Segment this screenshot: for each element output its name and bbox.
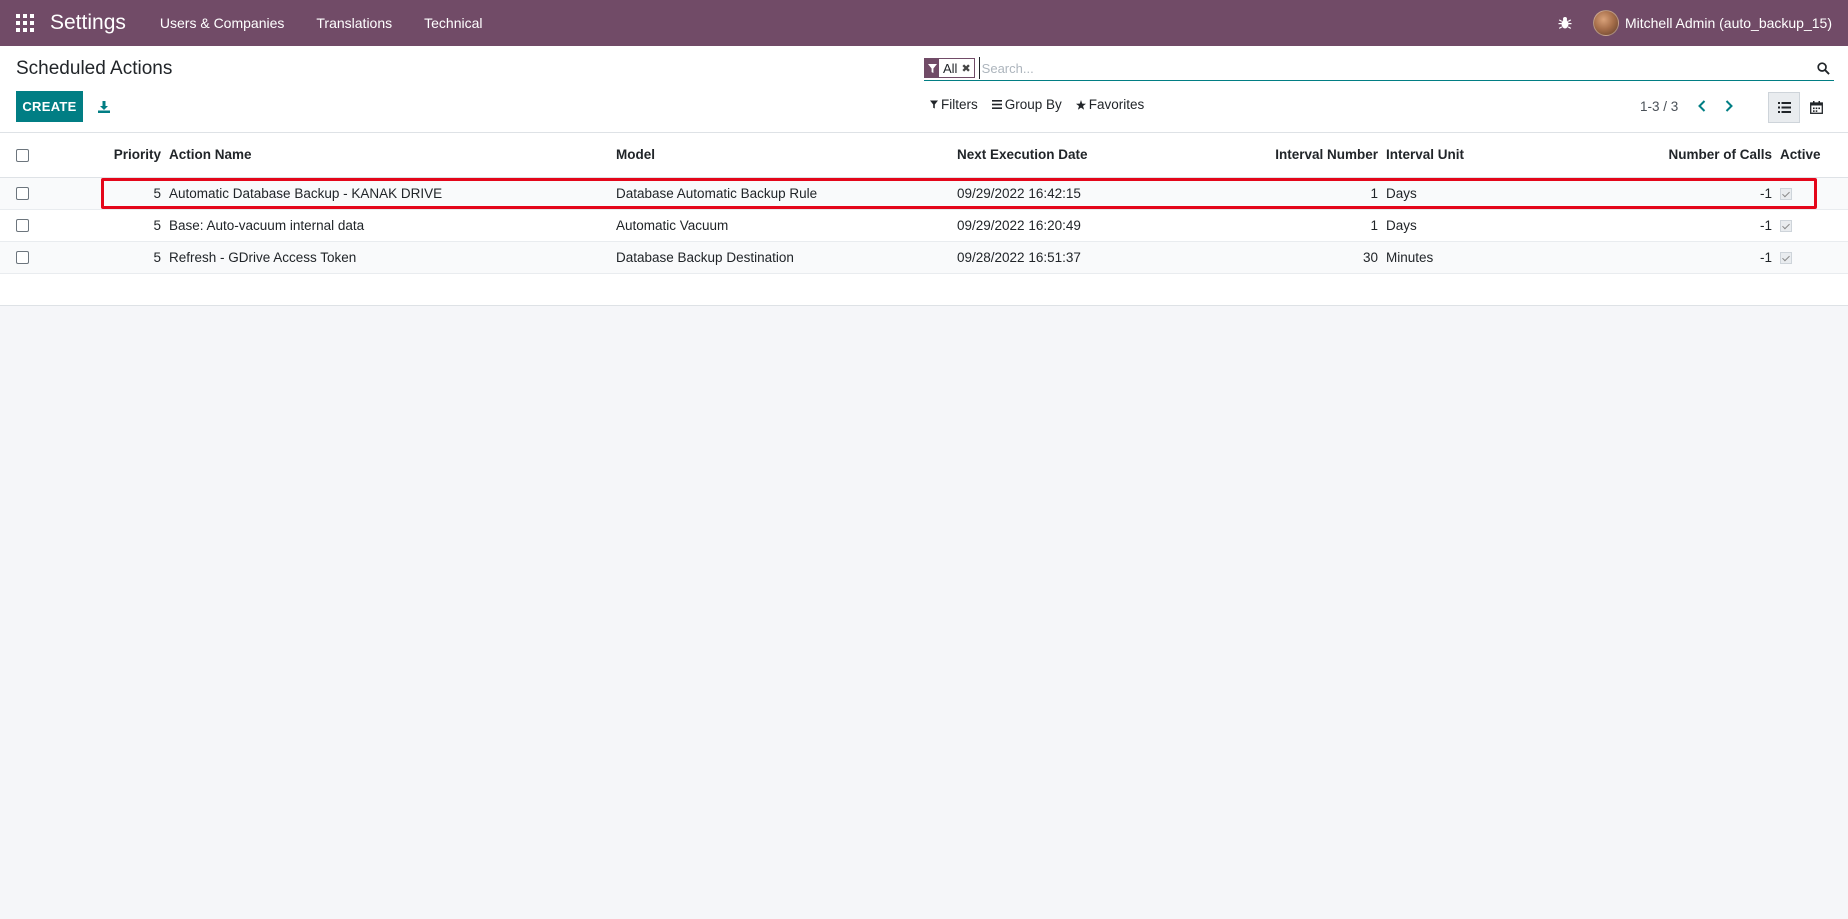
cell-interval-number: 1 <box>1198 209 1382 242</box>
search-bar: All ✖ <box>924 56 1834 81</box>
active-checkbox <box>1780 187 1792 200</box>
top-navbar: Settings Users & Companies Translations … <box>0 0 1848 46</box>
avatar <box>1592 10 1619 36</box>
list-view-icon[interactable] <box>1768 92 1800 123</box>
column-priority[interactable]: Priority <box>101 133 165 178</box>
list-view: Priority Action Name Model Next Executio… <box>0 133 1848 306</box>
row-checkbox[interactable] <box>16 251 29 265</box>
cell-priority: 5 <box>101 209 165 242</box>
user-name: Mitchell Admin (auto_backup_15) <box>1624 15 1832 31</box>
cell-action-name: Base: Auto-vacuum internal data <box>165 209 612 242</box>
row-checkbox[interactable] <box>16 187 29 201</box>
cell-number-of-calls: -1 <box>1602 209 1776 242</box>
pager-next-icon[interactable] <box>1719 96 1739 116</box>
column-next-execution-date[interactable]: Next Execution Date <box>953 133 1198 178</box>
cell-interval-unit: Minutes <box>1382 241 1602 274</box>
cell-interval-unit: Days <box>1382 177 1602 210</box>
app-brand[interactable]: Settings <box>50 11 126 35</box>
empty-filler-row <box>0 273 1848 306</box>
cell-number-of-calls: -1 <box>1602 177 1776 210</box>
view-switcher <box>1768 92 1832 123</box>
facet-value: All <box>939 59 962 77</box>
cell-model: Database Automatic Backup Rule <box>612 177 953 210</box>
search-input[interactable] <box>978 57 1812 79</box>
star-icon <box>1075 99 1086 110</box>
select-all-checkbox-cell <box>0 133 101 178</box>
group-by-button[interactable]: Group By <box>991 97 1062 112</box>
control-panel: Scheduled Actions CREATE All ✖ Filters G… <box>0 46 1848 133</box>
search-icon[interactable] <box>1812 57 1834 79</box>
favorites-button[interactable]: Favorites <box>1075 97 1145 112</box>
facet-remove-icon[interactable]: ✖ <box>961 59 974 77</box>
active-checkbox <box>1780 251 1792 264</box>
scheduled-actions-table: Priority Action Name Model Next Executio… <box>0 133 1848 306</box>
menu-users-companies[interactable]: Users & Companies <box>144 0 301 46</box>
column-model[interactable]: Model <box>612 133 953 178</box>
cell-model: Database Backup Destination <box>612 241 953 274</box>
filters-button[interactable]: Filters <box>930 97 978 112</box>
cell-action-name: Automatic Database Backup - KANAK DRIVE <box>165 177 612 210</box>
search-options: Filters Group By Favorites <box>930 97 1158 112</box>
search-facet[interactable]: All ✖ <box>924 58 975 78</box>
cell-interval-number: 1 <box>1198 177 1382 210</box>
filters-label: Filters <box>941 97 978 112</box>
column-action-name[interactable]: Action Name <box>165 133 612 178</box>
menu-translations[interactable]: Translations <box>300 0 408 46</box>
apps-menu-icon[interactable] <box>0 0 50 46</box>
table-row[interactable]: 5 Refresh - GDrive Access Token Database… <box>0 241 1848 274</box>
cell-priority: 5 <box>101 177 165 210</box>
column-active[interactable]: Active <box>1776 133 1848 178</box>
cell-next-execution-date: 09/29/2022 16:20:49 <box>953 209 1198 242</box>
create-button[interactable]: CREATE <box>16 91 83 122</box>
table-row[interactable]: 5 Automatic Database Backup - KANAK DRIV… <box>0 177 1848 210</box>
table-row[interactable]: 5 Base: Auto-vacuum internal data Automa… <box>0 209 1848 242</box>
export-download-icon[interactable] <box>90 93 118 121</box>
calendar-view-icon[interactable] <box>1800 92 1832 123</box>
column-interval-number[interactable]: Interval Number <box>1198 133 1382 178</box>
cell-interval-number: 30 <box>1198 241 1382 274</box>
filter-facet-icon <box>925 59 939 77</box>
select-all-checkbox[interactable] <box>16 149 29 163</box>
pager-previous-icon[interactable] <box>1692 96 1712 116</box>
menu-technical[interactable]: Technical <box>408 0 498 46</box>
cell-next-execution-date: 09/29/2022 16:42:15 <box>953 177 1198 210</box>
pager: 1-3 / 3 <box>1640 96 1746 116</box>
page-title: Scheduled Actions <box>16 58 173 79</box>
filter-icon <box>930 100 938 109</box>
favorites-label: Favorites <box>1088 97 1145 112</box>
cell-next-execution-date: 09/28/2022 16:51:37 <box>953 241 1198 274</box>
bars-icon <box>991 100 1002 109</box>
cell-model: Automatic Vacuum <box>612 209 953 242</box>
column-number-of-calls[interactable]: Number of Calls <box>1602 133 1776 178</box>
cell-priority: 5 <box>101 241 165 274</box>
group-by-label: Group By <box>1004 97 1062 112</box>
column-interval-unit[interactable]: Interval Unit <box>1382 133 1602 178</box>
row-checkbox[interactable] <box>16 219 29 233</box>
cell-interval-unit: Days <box>1382 209 1602 242</box>
pager-value[interactable]: 1-3 / 3 <box>1640 99 1678 114</box>
debug-bug-icon[interactable] <box>1545 0 1585 46</box>
user-menu[interactable]: Mitchell Admin (auto_backup_15) <box>1585 0 1848 46</box>
cell-action-name: Refresh - GDrive Access Token <box>165 241 612 274</box>
active-checkbox <box>1780 219 1792 232</box>
cell-number-of-calls: -1 <box>1602 241 1776 274</box>
table-header: Priority Action Name Model Next Executio… <box>0 133 1848 178</box>
